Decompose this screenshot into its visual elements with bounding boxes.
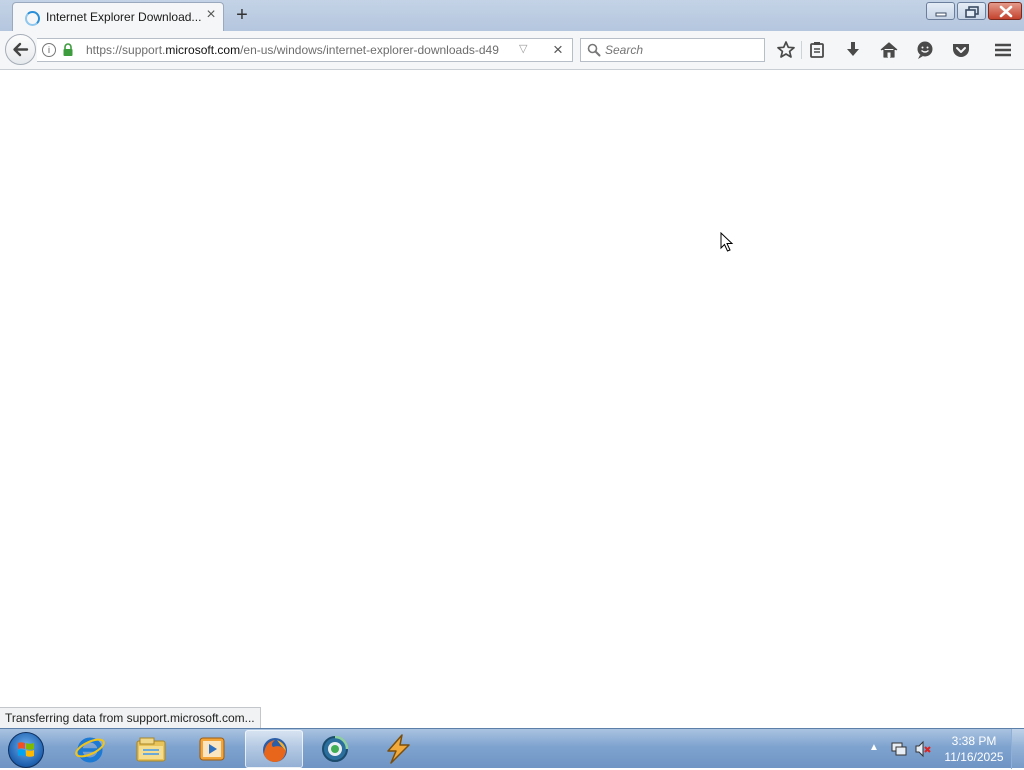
page-content[interactable] [0,70,1024,728]
clipboard-icon [810,42,824,58]
bookmarks-menu-button[interactable] [806,39,828,61]
url-text[interactable]: https://support.microsoft.com/en-us/wind… [86,43,513,57]
taskbar-winamp[interactable] [369,730,427,768]
download-arrow-icon [847,42,859,56]
new-tab-button[interactable]: + [232,5,252,25]
search-input[interactable] [605,41,755,59]
taskbar: ▲ 3:38 PM 11/16/2025 [0,728,1024,769]
hamburger-menu-icon [995,43,1011,57]
volume-muted-icon[interactable] [914,740,932,758]
search-icon[interactable] [587,43,601,57]
loading-throbber-icon [25,11,40,26]
connectivity-globe-icon [322,735,349,762]
taskbar-network-app[interactable] [306,730,364,768]
toolbar-separator [801,41,802,59]
status-panel: Transferring data from support.microsoft… [0,707,261,730]
pocket-button[interactable] [950,39,972,61]
folder-icon [136,737,166,762]
minimize-button[interactable] [926,2,955,20]
hello-chat-button[interactable] [914,39,936,61]
smiley-chat-icon [917,41,933,59]
pocket-icon [953,44,969,57]
network-icon[interactable] [890,740,908,758]
tab-title: Internet Explorer Download... [46,10,202,24]
media-player-icon [199,737,225,761]
minimize-icon [935,12,947,17]
restore-icon [965,6,979,18]
lock-icon[interactable] [62,43,74,57]
mouse-cursor-icon [720,232,734,252]
taskbar-internet-explorer[interactable] [61,730,119,768]
home-icon [880,42,898,58]
close-window-button[interactable] [988,2,1022,20]
url-domain: microsoft.com [165,43,241,57]
browser-tab[interactable]: Internet Explorer Download... × [12,2,224,31]
clock-date: 11/16/2025 [944,750,1004,764]
info-icon[interactable]: i [42,43,56,57]
close-icon [999,5,1013,18]
system-clock[interactable]: 3:38 PM 11/16/2025 [938,733,1010,765]
start-button[interactable] [8,732,44,768]
firefox-icon [263,738,287,762]
clock-time: 3:38 PM [951,734,997,748]
restore-button[interactable] [957,2,986,20]
back-button[interactable] [5,34,36,65]
history-dropdown-icon[interactable]: ▽ [519,42,533,55]
star-icon [777,41,795,58]
back-arrow-icon [13,42,29,57]
lightning-bolt-icon [387,734,410,764]
taskbar-windows-explorer[interactable] [122,730,180,768]
show-hidden-icons-button[interactable]: ▲ [869,742,879,753]
stop-button[interactable]: × [549,40,567,60]
url-prefix: https://support. [86,43,166,57]
url-bar[interactable]: i https://support.microsoft.com/en-us/wi… [37,38,573,62]
title-bar: Internet Explorer Download... × + [0,0,1024,31]
url-path: /en-us/windows/internet-explorer-downloa… [240,43,499,57]
search-bar[interactable] [580,38,765,62]
internet-explorer-icon [75,737,105,763]
show-desktop-button[interactable] [1011,729,1024,769]
home-button[interactable] [878,39,900,61]
downloads-button[interactable] [842,39,864,61]
taskbar-firefox[interactable] [245,730,303,768]
bookmark-star-button[interactable] [775,39,797,61]
open-menu-button[interactable] [992,39,1014,61]
windows-logo-icon [18,742,34,757]
navigation-toolbar: i https://support.microsoft.com/en-us/wi… [0,31,1024,70]
taskbar-media-player[interactable] [183,730,241,768]
tab-close-button[interactable]: × [203,7,219,23]
